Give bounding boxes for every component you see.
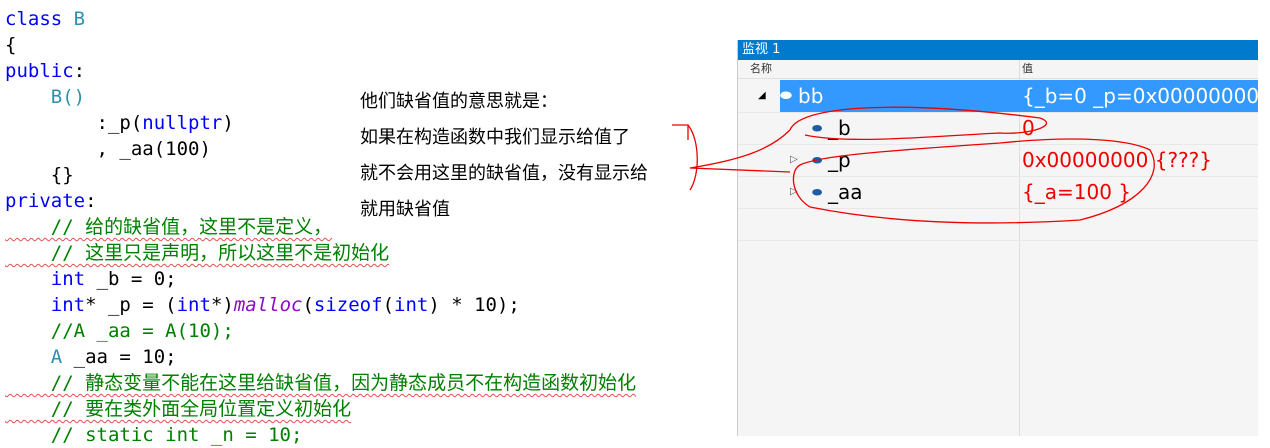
red-annotation-marks — [672, 106, 1155, 224]
